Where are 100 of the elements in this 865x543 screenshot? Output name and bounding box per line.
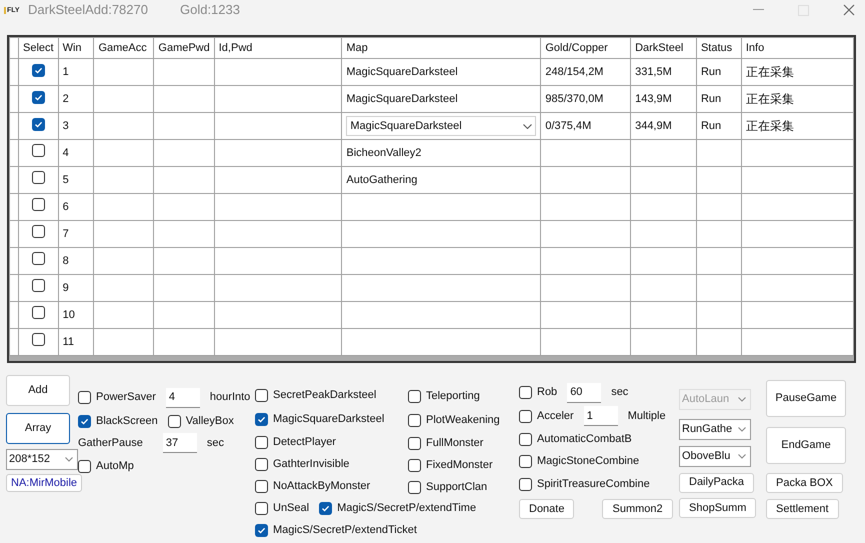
label: hourInto xyxy=(210,390,250,406)
checkbox-label: AutomaticCombatB xyxy=(537,432,632,447)
checkmark-icon xyxy=(34,66,43,75)
checkbox-label: SupportClan xyxy=(426,480,488,495)
column-header[interactable]: Select xyxy=(18,38,58,58)
checkbox[interactable] xyxy=(519,386,532,399)
checkbox-label: Teleporting xyxy=(426,389,480,404)
checkbox[interactable] xyxy=(32,90,45,104)
checkbox[interactable] xyxy=(32,252,45,265)
table-cell: 6 xyxy=(58,194,94,220)
checkbox[interactable] xyxy=(78,460,91,472)
checkbox[interactable] xyxy=(408,390,421,403)
checkbox[interactable] xyxy=(32,224,45,238)
chevron-down-icon xyxy=(523,124,532,128)
checkbox[interactable] xyxy=(32,332,45,346)
dropdown[interactable]: OboveBlu xyxy=(679,446,751,467)
dropdown[interactable]: 208*152 xyxy=(6,449,78,470)
table-cell: 248/154,2M xyxy=(540,58,631,86)
column-header[interactable]: Gold/Copper xyxy=(540,38,631,58)
table-cell: AutoGathering xyxy=(342,166,541,194)
checkbox-label: MagicStoneCombine xyxy=(537,454,640,470)
checkbox[interactable] xyxy=(255,480,268,492)
button[interactable]: Settlement xyxy=(766,499,839,519)
checkbox-label: ValleyBox xyxy=(186,414,234,429)
button[interactable]: ShopSumm xyxy=(679,498,756,518)
checkbox[interactable] xyxy=(519,455,532,468)
number-field[interactable]: 1 xyxy=(584,406,618,426)
checkbox[interactable] xyxy=(32,278,45,292)
button[interactable]: Array xyxy=(6,412,70,444)
chevron-down-icon xyxy=(738,427,746,432)
checkbox[interactable] xyxy=(408,414,421,427)
table-cell: Run xyxy=(696,58,742,86)
checkbox[interactable] xyxy=(32,144,45,157)
dropdown[interactable]: RunGathe xyxy=(679,419,751,440)
checkbox-label: Acceler xyxy=(537,408,574,424)
checkbox[interactable] xyxy=(32,306,45,319)
chevron-down-icon xyxy=(65,457,73,462)
checkbox[interactable] xyxy=(408,436,421,450)
checkbox[interactable] xyxy=(255,436,268,448)
table-cell: Run xyxy=(696,112,742,140)
checkbox[interactable] xyxy=(255,412,268,426)
close-icon[interactable] xyxy=(843,4,855,16)
checkbox[interactable] xyxy=(78,414,91,428)
button[interactable]: Packa BOX xyxy=(766,473,843,493)
balance-label: Gold:1233 xyxy=(180,1,240,20)
table-cell: 正在采集 xyxy=(741,112,854,140)
column-header[interactable]: Map xyxy=(342,38,541,58)
checkbox[interactable] xyxy=(255,502,268,514)
column-header[interactable]: GamePwd xyxy=(154,38,214,58)
button[interactable]: EndGame xyxy=(766,427,846,464)
table-cell: 3 xyxy=(58,112,94,140)
checkbox[interactable] xyxy=(168,414,181,428)
table-cell: MagicSquareDarksteel xyxy=(342,58,541,86)
column-header[interactable]: Status xyxy=(696,38,742,58)
table-cell: 正在采集 xyxy=(741,58,854,86)
checkmark-icon xyxy=(257,526,266,534)
button[interactable]: Donate xyxy=(519,499,574,519)
checkbox-label: GathterInvisible xyxy=(273,456,350,472)
checkbox[interactable] xyxy=(319,502,332,514)
column-header[interactable]: GameAcc xyxy=(94,38,154,58)
window-title: DarkSteelAdd:78270 xyxy=(28,1,148,20)
checkbox-label: PlotWeakening xyxy=(426,413,500,428)
checkbox[interactable] xyxy=(519,432,532,446)
minimize-icon[interactable] xyxy=(753,9,764,11)
table-cell: 331,5M xyxy=(630,58,696,86)
button[interactable]: Add xyxy=(6,374,70,406)
number-field[interactable]: 37 xyxy=(162,433,197,453)
checkbox[interactable] xyxy=(519,410,532,422)
checkbox[interactable] xyxy=(32,118,45,131)
checkbox[interactable] xyxy=(32,64,45,77)
column-header[interactable]: DarkSteel xyxy=(630,38,696,58)
checkbox[interactable] xyxy=(408,458,421,472)
checkbox[interactable] xyxy=(255,458,268,470)
column-header[interactable]: Win xyxy=(58,38,94,58)
checkbox-label: UnSeal xyxy=(273,500,310,516)
checkbox[interactable] xyxy=(78,391,91,404)
column-header[interactable]: Info xyxy=(741,38,854,58)
number-field[interactable]: 4 xyxy=(166,388,200,408)
checkmark-icon xyxy=(321,504,330,512)
checkmark-icon xyxy=(257,414,266,424)
column-header[interactable]: Id,Pwd xyxy=(214,38,342,58)
checkbox[interactable] xyxy=(255,389,268,402)
checkbox[interactable] xyxy=(519,478,532,491)
button[interactable]: DailyPacka xyxy=(679,472,754,492)
map-dropdown[interactable]: MagicSquareDarksteel xyxy=(346,116,536,136)
checkbox[interactable] xyxy=(32,170,45,184)
checkbox[interactable] xyxy=(255,524,268,536)
number-field[interactable]: 60 xyxy=(567,382,602,402)
table-cell: 5 xyxy=(58,166,94,194)
label: GatherPause xyxy=(78,436,143,451)
table-cell: 正在采集 xyxy=(741,86,854,112)
table-cell: MagicSquareDarksteel xyxy=(342,86,541,112)
checkbox-label: BlackScreen xyxy=(96,414,158,429)
checkbox[interactable] xyxy=(408,480,421,494)
button[interactable]: PauseGame xyxy=(766,380,846,417)
button[interactable]: Summon2 xyxy=(602,499,673,519)
checkbox-label: Rob xyxy=(537,385,558,400)
table-cell: 985/370,0M xyxy=(540,86,631,112)
checkbox[interactable] xyxy=(32,198,45,211)
checkmark-icon xyxy=(34,120,43,129)
